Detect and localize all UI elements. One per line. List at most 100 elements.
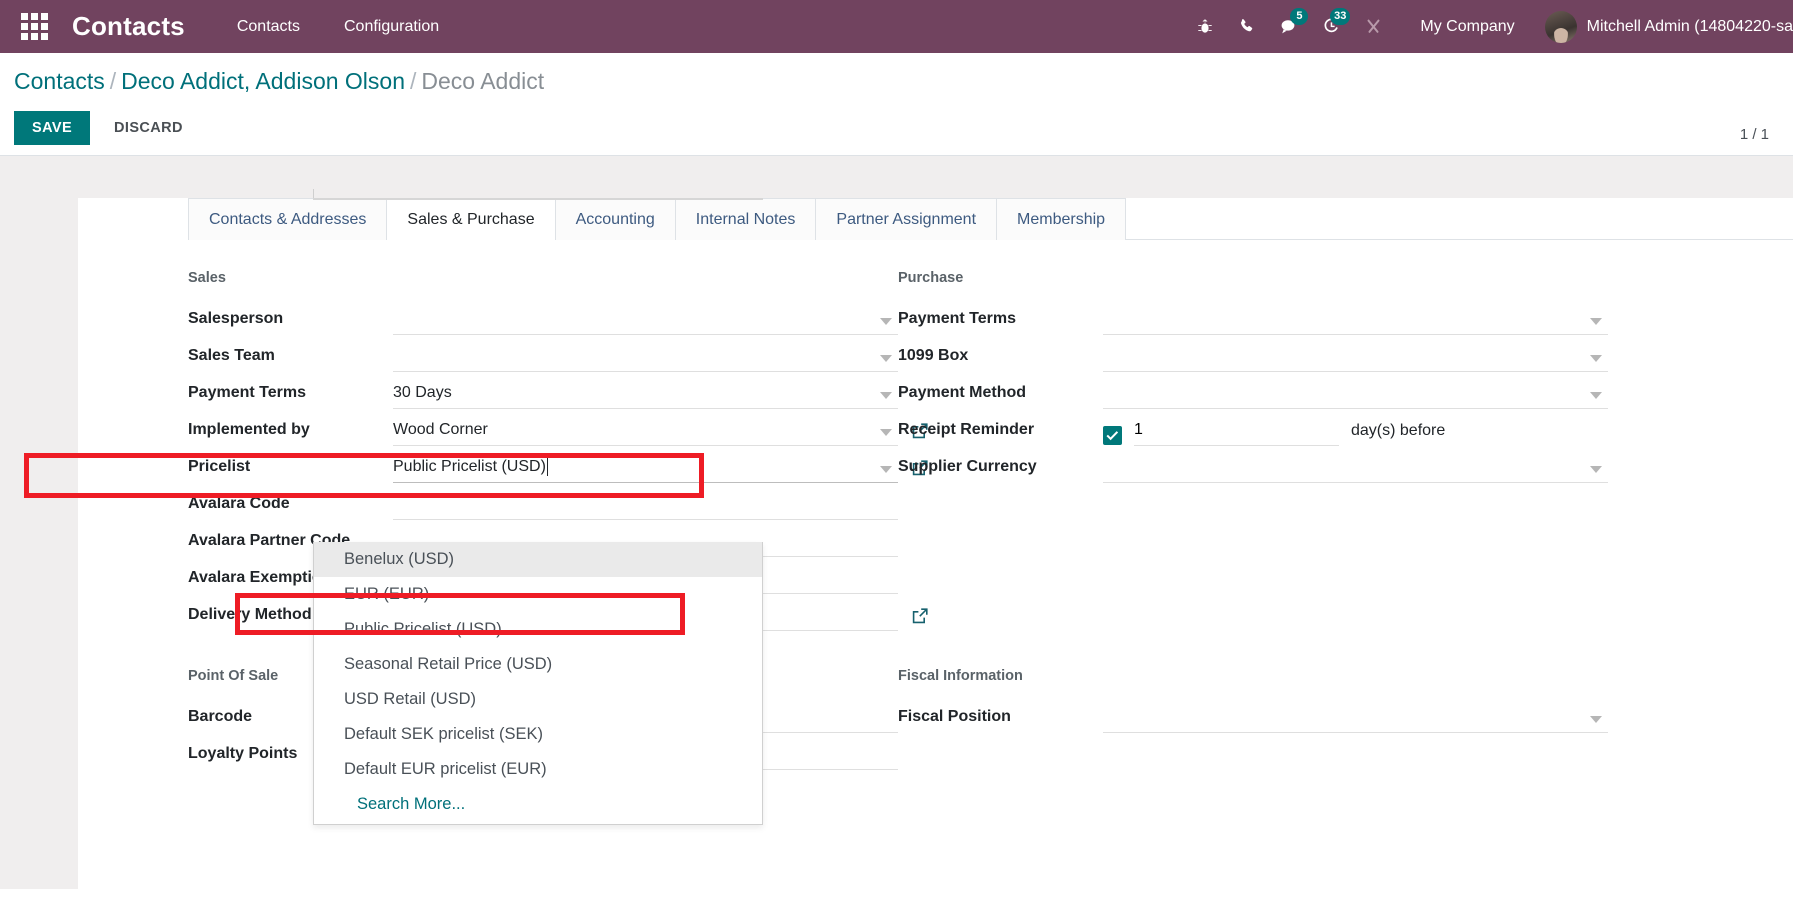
receipt-reminder-suffix: day(s) before [1351,421,1446,439]
messages-badge: 5 [1290,8,1309,25]
field-pricelist: Pricelist Public Pricelist (USD) [188,446,928,483]
breadcrumb: Contacts / Deco Addict, Addison Olson / Deco… [0,67,1793,97]
group-spacer-right-5 [898,631,1608,668]
field-label-receipt-reminder: Receipt Reminder [898,420,1035,438]
dropdown-item-seasonal-retail-price[interactable]: Seasonal Retail Price (USD) [314,647,762,682]
activities-clock-icon[interactable]: 33 [1310,0,1352,53]
field-label-supplier-currency: Supplier Currency [898,457,1037,475]
record-pager[interactable]: 1 / 1 [1740,126,1769,143]
field-value-sales-team[interactable] [393,346,898,372]
field-implemented-by: Implemented by Wood Corner [188,409,928,446]
menu-item-contacts[interactable]: Contacts [215,0,322,53]
field-value-implemented-by[interactable]: Wood Corner [393,420,898,446]
field-label-pricelist: Pricelist [188,457,251,475]
dropdown-item-usd-retail[interactable]: USD Retail (USD) [314,682,762,717]
field-label-payment-terms-purchase: Payment Terms [898,309,1016,327]
chevron-down-icon[interactable] [1590,317,1602,325]
tab-membership[interactable]: Membership [997,197,1127,240]
dropdown-item-default-eur-pricelist[interactable]: Default EUR pricelist (EUR) [314,752,762,787]
messages-icon[interactable]: 5 [1268,0,1310,53]
breadcrumb-current: Deco Addict [421,68,545,94]
bug-icon[interactable] [1184,0,1226,53]
receipt-reminder-days-input[interactable]: 1 [1134,421,1339,446]
control-panel: Contacts / Deco Addict, Addison Olson / Deco… [0,53,1793,156]
form-action-buttons: SAVE DISCARD [0,110,1793,145]
chevron-down-icon[interactable] [1590,465,1602,473]
dropdown-item-eur[interactable]: EUR (EUR) [314,577,762,612]
text-cursor [546,456,548,476]
chevron-down-icon[interactable] [880,391,892,399]
chevron-down-icon[interactable] [880,354,892,362]
purchase-group-title: Purchase [898,269,964,286]
chevron-down-icon[interactable] [1590,354,1602,362]
activities-badge: 33 [1330,8,1351,25]
field-value-fiscal-position[interactable] [1103,707,1608,733]
field-label-fiscal-position: Fiscal Position [898,707,1011,725]
field-avalara-code: Avalara Code [188,483,898,520]
content-area: Contacts & Addresses Sales & Purchase Ac… [0,155,1793,889]
field-1099-box: 1099 Box [898,335,1608,372]
group-spacer-right-2 [898,520,1608,557]
apps-grid-icon[interactable] [14,7,54,47]
group-spacer-right-4 [898,594,1608,631]
phone-icon[interactable] [1226,0,1268,53]
group-spacer-right-3 [898,557,1608,594]
chevron-down-icon[interactable] [1590,715,1602,723]
breadcrumb-parent[interactable]: Deco Addict, Addison Olson [121,68,405,94]
field-value-pricelist[interactable]: Public Pricelist (USD) [393,456,898,483]
receipt-reminder-controls: 1 day(s) before [1103,421,1608,446]
top-navbar: Contacts Contacts Configuration 5 33 My … [0,0,1793,53]
field-value-avalara-code[interactable] [393,494,898,520]
avatar [1544,10,1577,43]
field-fiscal-position: Fiscal Position [898,696,1608,733]
company-selector[interactable]: My Company [1394,18,1530,36]
sales-group-title: Sales [188,269,226,286]
right-column: Purchase Payment Terms 1099 Box Payment … [898,270,1608,770]
field-label-payment-terms-sales: Payment Terms [188,383,306,401]
tools-wrench-icon[interactable] [1352,0,1394,53]
field-payment-method: Payment Method [898,372,1608,409]
tab-sales-purchase[interactable]: Sales & Purchase [387,197,556,240]
receipt-reminder-checkbox[interactable] [1103,425,1122,445]
field-payment-terms-sales: Payment Terms 30 Days [188,372,898,409]
tabs-filler [1126,198,1793,240]
field-label-payment-method: Payment Method [898,383,1027,401]
field-sales-team: Sales Team [188,335,898,372]
menu-item-configuration[interactable]: Configuration [322,0,461,53]
field-value-salesperson[interactable] [393,309,898,335]
field-payment-terms-purchase: Payment Terms [898,298,1608,335]
breadcrumb-root[interactable]: Contacts [14,68,105,94]
chevron-down-icon[interactable] [880,465,892,473]
user-menu[interactable]: Mitchell Admin (14804220-sa [1531,10,1793,43]
field-salesperson: Salesperson [188,298,898,335]
dropdown-item-public-pricelist[interactable]: Public Pricelist (USD) [314,612,762,647]
fiscal-group-title: Fiscal Information [898,667,1023,684]
chevron-down-icon[interactable] [880,317,892,325]
field-value-payment-method[interactable] [1103,383,1608,409]
tab-contacts-addresses[interactable]: Contacts & Addresses [188,197,388,240]
field-value-payment-terms-purchase[interactable] [1103,309,1608,335]
tab-internal-notes[interactable]: Internal Notes [675,197,817,240]
chevron-down-icon[interactable] [1590,391,1602,399]
dropdown-search-more[interactable]: Search More... [314,787,762,824]
pricelist-dropdown[interactable]: Benelux (USD) EUR (EUR) Public Pricelist… [313,541,763,825]
field-label-salesperson: Salesperson [188,309,284,327]
user-name-label: Mitchell Admin (14804220-sa [1586,17,1793,35]
tab-partner-assignment[interactable]: Partner Assignment [816,197,998,240]
tab-accounting[interactable]: Accounting [555,197,676,240]
discard-button[interactable]: DISCARD [98,111,199,145]
dropdown-item-benelux[interactable]: Benelux (USD) [314,541,762,577]
field-supplier-currency: Supplier Currency [898,446,1608,483]
chevron-down-icon[interactable] [880,428,892,436]
save-button[interactable]: SAVE [14,110,91,145]
field-value-1099-box[interactable] [1103,346,1608,372]
field-label-avalara-code: Avalara Code [188,494,290,512]
field-value-supplier-currency[interactable] [1103,457,1608,483]
field-receipt-reminder: Receipt Reminder 1 day(s) before [898,409,1608,446]
dropdown-item-default-sek-pricelist[interactable]: Default SEK pricelist (SEK) [314,717,762,752]
form-top-field-stub [313,188,763,200]
field-label-1099-box: 1099 Box [898,346,969,364]
field-value-payment-terms-sales[interactable]: 30 Days [393,383,898,409]
navbar-right-section: 5 33 My Company Mitchell Admin (14804220… [1184,0,1793,53]
breadcrumb-separator-2: / [410,68,417,94]
